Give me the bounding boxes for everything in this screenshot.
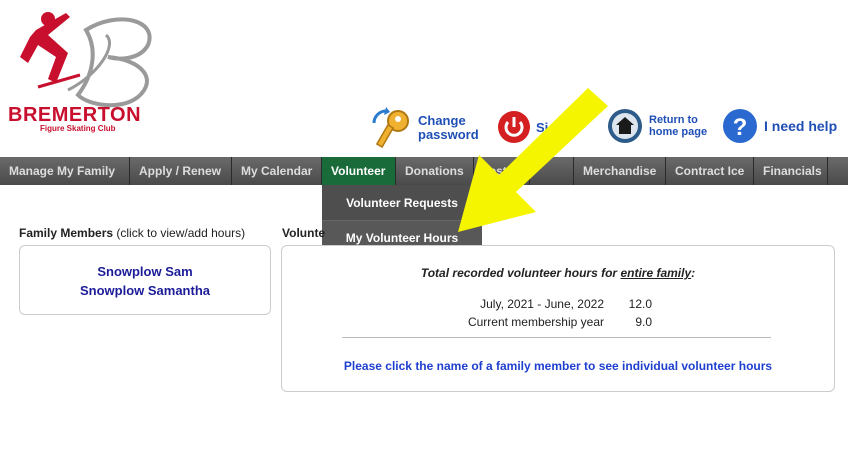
volunteer-hours-panel: Total recorded volunteer hours for entir… (281, 245, 835, 392)
nav-hidden-item[interactable] (530, 157, 574, 185)
power-icon (498, 111, 530, 143)
family-members-header: Family Members (click to view/add hours) (19, 226, 245, 240)
home-icon (608, 109, 642, 143)
nav-my-calendar[interactable]: My Calendar (232, 157, 322, 185)
nav-merchandise[interactable]: Merchandise (574, 157, 666, 185)
divider (342, 337, 771, 338)
nav-apply-renew[interactable]: Apply / Renew (130, 157, 232, 185)
key-icon (372, 107, 409, 149)
select-member-prompt: Please click the name of a family member… (343, 359, 773, 373)
change-password-link[interactable]: Change password (372, 107, 488, 149)
period-label: Current membership year (467, 315, 604, 329)
nav-volunteer[interactable]: Volunteer (322, 157, 396, 185)
return-home-label: Return to home page (649, 114, 708, 138)
brand-name: BREMERTON (8, 104, 142, 126)
club-logo (20, 12, 152, 108)
family-member-link[interactable]: Snowplow Sam (20, 262, 270, 281)
total-title-prefix: Total recorded volunteer hours for (420, 266, 618, 280)
return-home-link[interactable]: Return to home page (607, 108, 709, 144)
total-title-suffix: : (691, 266, 696, 280)
change-password-label: Change password (418, 113, 479, 142)
nav-financials[interactable]: Financials (754, 157, 828, 185)
svg-text:?: ? (733, 114, 748, 141)
nav-manage-family[interactable]: Manage My Family (0, 157, 130, 185)
brand-subtitle: Figure Skating Club (40, 124, 116, 133)
help-icon: ? (723, 109, 757, 143)
sign-out-label: Si (536, 119, 549, 135)
volunteer-hours-header: Volunte (282, 226, 326, 240)
period-label: July, 2021 - June, 2022 (480, 297, 604, 311)
family-members-panel: Snowplow Sam Snowplow Samantha (19, 245, 271, 315)
sign-out-link[interactable]: Si (497, 110, 548, 144)
family-member-link[interactable]: Snowplow Samantha (20, 281, 270, 300)
total-title-family: entire family (620, 266, 692, 280)
family-members-note: (click to view/add hours) (116, 226, 246, 240)
nav-filler (828, 157, 848, 185)
help-link[interactable]: ? I need help (722, 108, 837, 144)
nav-contract-ice[interactable]: Contract Ice (666, 157, 754, 185)
total-hours-title: Total recorded volunteer hours for entir… (282, 266, 834, 280)
help-label: I need help (764, 118, 838, 134)
family-members-title: Family Members (19, 226, 114, 240)
hours-value: 12.0 (628, 297, 652, 311)
hours-value: 9.0 (635, 315, 652, 329)
main-nav: Manage My Family Apply / Renew My Calend… (0, 157, 848, 185)
nav-test-sessions[interactable]: Test S (474, 157, 530, 185)
menu-volunteer-requests[interactable]: Volunteer Requests (322, 185, 482, 220)
nav-donations[interactable]: Donations (396, 157, 474, 185)
